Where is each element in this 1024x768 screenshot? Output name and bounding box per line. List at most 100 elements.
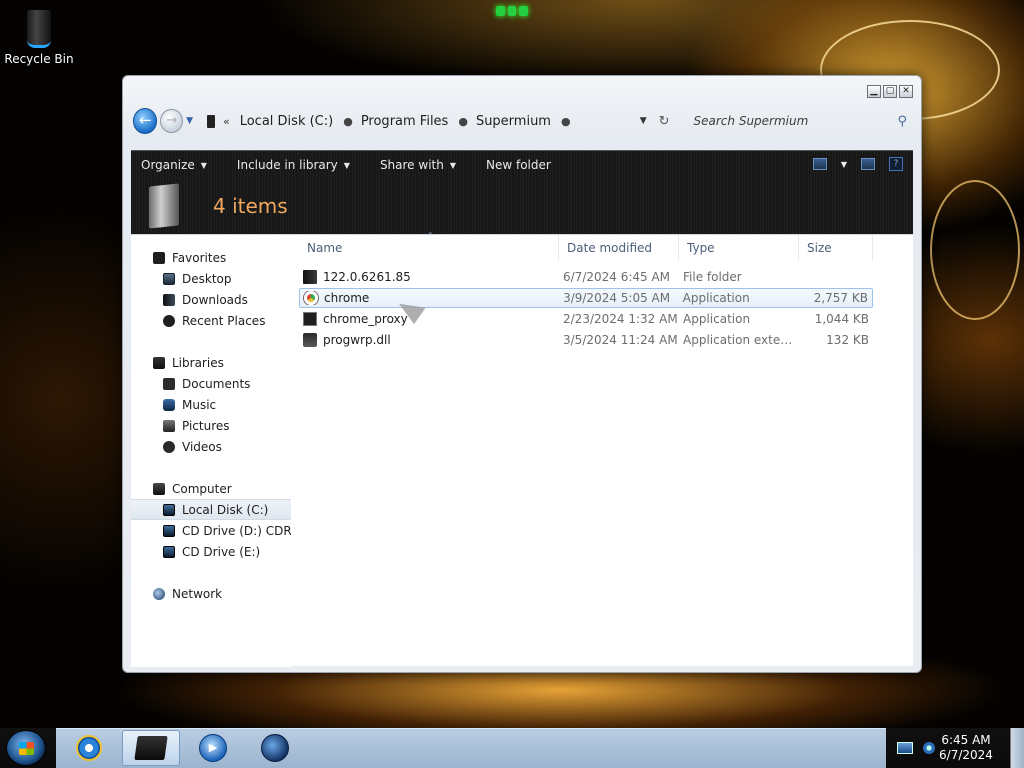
back-button[interactable]: ← — [133, 108, 158, 134]
column-header-type[interactable]: Type — [679, 235, 799, 261]
file-size: 2,757 KB — [813, 291, 868, 305]
organize-button[interactable]: Organize ▼ — [141, 158, 207, 172]
view-options-dropdown[interactable]: ▼ — [841, 160, 847, 169]
nav-documents[interactable]: Documents — [131, 373, 291, 394]
column-header-size[interactable]: Size — [799, 235, 873, 261]
cd-drive-icon — [163, 524, 175, 537]
windows-logo-icon — [19, 742, 34, 755]
explorer-window: ▁ ▢ ✕ ← → ▼ « Local Disk (C:) ● Program … — [122, 75, 922, 673]
preview-pane-icon[interactable] — [861, 158, 875, 170]
breadcrumb-separator[interactable]: ● — [458, 115, 468, 128]
show-desktop-button[interactable] — [1010, 728, 1024, 768]
organize-label: Organize — [141, 158, 195, 172]
windows-explorer-icon — [134, 736, 168, 760]
nav-libraries-label: Libraries — [172, 355, 224, 370]
volume-icon[interactable] — [923, 742, 935, 754]
wallpaper-green-glow — [496, 6, 529, 16]
file-name: 122.0.6261.85 — [323, 270, 411, 284]
nav-downloads[interactable]: Downloads — [131, 289, 291, 310]
downloads-icon — [163, 293, 175, 306]
media-player-icon: ▶ — [199, 734, 227, 762]
address-bar[interactable]: « Local Disk (C:) ● Program Files ● Supe… — [201, 109, 670, 133]
minimize-button[interactable]: ▁ — [867, 85, 881, 98]
nav-local-disk-c[interactable]: Local Disk (C:) — [131, 499, 291, 520]
search-icon[interactable]: ⚲ — [897, 114, 907, 129]
system-clock[interactable]: 6:45 AM 6/7/2024 — [936, 733, 996, 763]
column-header-date-modified[interactable]: Date modified — [559, 235, 679, 261]
taskbar-media-player[interactable]: ▶ — [184, 730, 242, 766]
nav-downloads-label: Downloads — [182, 292, 248, 307]
share-with-label: Share with — [379, 158, 444, 172]
share-with-button[interactable]: Share with ▼ — [380, 158, 456, 172]
dll-icon — [303, 333, 317, 347]
items-count: 4 items — [213, 194, 288, 218]
command-bar: Organize ▼ Include in library ▼ Share wi… — [131, 151, 913, 179]
music-icon — [163, 398, 175, 411]
nav-desktop[interactable]: Desktop — [131, 268, 291, 289]
taskbar-internet-explorer[interactable] — [60, 730, 118, 766]
file-row[interactable]: progwrp.dll 3/5/2024 11:24 AM Applicatio… — [299, 330, 873, 350]
address-bar-row: ← → ▼ « Local Disk (C:) ● Program Files … — [133, 106, 913, 136]
chrome-icon — [304, 291, 318, 305]
breadcrumb-supermium[interactable]: Supermium — [476, 114, 551, 129]
nav-cd-drive-d[interactable]: CD Drive (D:) CDROM — [131, 520, 291, 541]
taskbar: ▶ 6:45 AM 6/7/2024 — [0, 728, 1024, 768]
forward-button[interactable]: → — [160, 109, 184, 133]
file-name: progwrp.dll — [323, 333, 391, 347]
wallpaper-swirl — [930, 180, 1020, 320]
nav-recent-places[interactable]: Recent Places — [131, 310, 291, 331]
breadcrumb-separator[interactable]: ● — [561, 115, 571, 128]
nav-network[interactable]: Network — [131, 583, 291, 604]
explorer-content: Favorites Desktop Downloads Recent Place… — [131, 231, 913, 667]
file-name: chrome_proxy — [323, 312, 408, 326]
search-input[interactable]: Search Supermium ⚲ — [688, 109, 913, 133]
file-row[interactable]: 122.0.6261.85 6/7/2024 6:45 AM File fold… — [299, 267, 873, 287]
nav-computer-label: Computer — [172, 481, 232, 496]
breadcrumb-program-files[interactable]: Program Files — [361, 114, 449, 129]
taskbar-band — [56, 728, 886, 768]
help-icon[interactable]: ? — [889, 157, 903, 171]
nav-music[interactable]: Music — [131, 394, 291, 415]
nav-cd-drive-e[interactable]: CD Drive (E:) — [131, 541, 291, 562]
file-date: 6/7/2024 6:45 AM — [563, 270, 671, 284]
network-icon — [153, 587, 165, 600]
taskbar-windows-explorer[interactable] — [122, 730, 180, 766]
recent-pages-dropdown[interactable]: ▼ — [186, 116, 193, 126]
nav-pictures[interactable]: Pictures — [131, 415, 291, 436]
breadcrumb-separator[interactable]: ● — [343, 115, 353, 128]
nav-videos[interactable]: Videos — [131, 436, 291, 457]
change-view-icon[interactable] — [812, 158, 827, 170]
new-folder-button[interactable]: New folder — [486, 158, 551, 172]
hard-drive-icon — [163, 503, 175, 516]
libraries-group: Libraries Documents Music Pictures Video… — [131, 352, 291, 457]
file-name: chrome — [324, 291, 370, 305]
file-name-cell: progwrp.dll — [299, 333, 559, 347]
file-row[interactable]: chrome_proxy 2/23/2024 1:32 AM Applicati… — [299, 309, 873, 329]
nav-favorites[interactable]: Favorites — [131, 247, 291, 268]
chevron-down-icon: ▼ — [200, 160, 207, 170]
nav-libraries[interactable]: Libraries — [131, 352, 291, 373]
recycle-bin-desktop-icon[interactable]: Recycle Bin — [4, 6, 74, 66]
file-type: Application — [683, 312, 751, 326]
maximize-button[interactable]: ▢ — [883, 85, 897, 98]
nav-network-label: Network — [172, 586, 223, 601]
address-dropdown-button[interactable]: ▼ — [640, 116, 647, 126]
nav-cd-drive-e-label: CD Drive (E:) — [182, 544, 261, 559]
network-tray-icon[interactable] — [897, 742, 913, 754]
breadcrumb-local-disk[interactable]: Local Disk (C:) — [240, 114, 333, 129]
sort-indicator-icon: ^ — [427, 231, 434, 240]
nav-favorites-label: Favorites — [172, 250, 227, 265]
taskbar-globe-app[interactable] — [246, 730, 304, 766]
nav-pictures-label: Pictures — [182, 418, 230, 433]
nav-documents-label: Documents — [182, 376, 251, 391]
file-type: Application extens... — [683, 333, 799, 347]
refresh-icon[interactable]: ↻ — [659, 114, 670, 129]
nav-computer[interactable]: Computer — [131, 478, 291, 499]
include-in-library-label: Include in library — [236, 158, 338, 172]
start-button[interactable] — [6, 730, 46, 766]
include-in-library-button[interactable]: Include in library ▼ — [237, 158, 350, 172]
file-row[interactable]: chrome 3/9/2024 5:05 AM Application 2,75… — [299, 288, 873, 308]
window-controls: ▁ ▢ ✕ — [867, 85, 913, 98]
close-button[interactable]: ✕ — [899, 85, 913, 98]
breadcrumb-overflow[interactable]: « — [223, 115, 230, 128]
